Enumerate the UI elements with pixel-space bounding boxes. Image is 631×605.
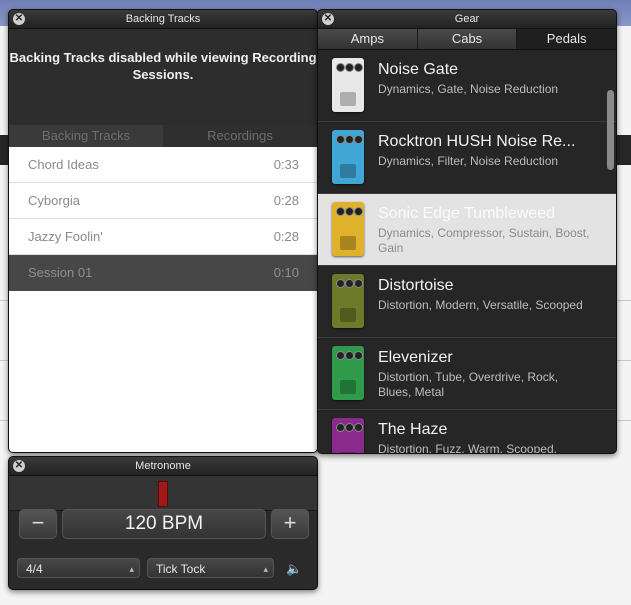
pedal-item-selected[interactable]: Sonic Edge Tumbleweed Dynamics, Compress…: [318, 194, 616, 266]
pedal-item[interactable]: Noise Gate Dynamics, Gate, Noise Reducti…: [318, 50, 616, 122]
tempo-decrease-button[interactable]: −: [19, 509, 57, 539]
backing-tracks-panel: ✕ Backing Tracks Backing Tracks disabled…: [8, 9, 318, 453]
backing-tracks-titlebar: ✕ Backing Tracks: [9, 10, 317, 29]
tab-pedals[interactable]: Pedals: [517, 29, 616, 49]
pedal-name: Noise Gate: [378, 61, 459, 78]
sound-value: Tick Tock: [156, 562, 206, 576]
pedal-tags: Distortion, Fuzz, Warm, Scooped,: [378, 442, 557, 454]
list-item[interactable]: Chord Ideas 0:33: [9, 147, 317, 183]
pedal-icon: [332, 130, 364, 184]
tempo-increase-button[interactable]: +: [271, 509, 309, 539]
list-item[interactable]: Jazzy Foolin' 0:28: [9, 219, 317, 255]
item-name: Chord Ideas: [28, 157, 99, 172]
gear-panel: ✕ Gear Amps Cabs Pedals Noise Gate Dynam…: [317, 9, 617, 454]
pedal-icon: [332, 418, 364, 453]
pedal-name: The Haze: [378, 421, 448, 438]
item-name: Cyborgia: [28, 193, 81, 208]
item-name: Jazzy Foolin': [28, 229, 103, 244]
tab-recordings[interactable]: Recordings: [163, 125, 317, 147]
pedal-name: Rocktron HUSH Noise Re...: [378, 133, 576, 150]
item-duration: 0:28: [273, 193, 299, 208]
pedal-name: Distortoise: [378, 277, 454, 294]
backing-tabs: Backing Tracks Recordings: [9, 125, 317, 147]
recordings-list: Chord Ideas 0:33 Cyborgia 0:28 Jazzy Foo…: [9, 147, 317, 452]
item-name: Session 01: [28, 265, 93, 280]
pedal-icon: [332, 274, 364, 328]
tab-backing-tracks[interactable]: Backing Tracks: [9, 125, 163, 147]
tempo-controls: − 120 BPM +: [19, 509, 309, 539]
scrollbar-thumb[interactable]: [607, 90, 614, 170]
updown-arrow-icon: ▴: [129, 564, 134, 574]
metronome-needle: [158, 481, 168, 507]
pedal-list: Noise Gate Dynamics, Gate, Noise Reducti…: [318, 50, 616, 454]
metronome-titlebar: ✕ Metronome: [9, 457, 317, 476]
pedal-item[interactable]: Rocktron HUSH Noise Re... Dynamics, Filt…: [318, 122, 616, 194]
pedal-item[interactable]: Elevenizer Distortion, Tube, Overdrive, …: [318, 338, 616, 410]
item-duration: 0:33: [273, 157, 299, 172]
pedal-name: Sonic Edge Tumbleweed: [378, 205, 555, 222]
pedal-tags: Dynamics, Filter, Noise Reduction: [378, 154, 559, 168]
pedal-icon: [332, 58, 364, 112]
close-icon[interactable]: ✕: [322, 13, 334, 25]
close-icon[interactable]: ✕: [13, 13, 25, 25]
pedal-icon: [332, 202, 364, 256]
panel-title: Metronome: [135, 460, 191, 472]
pedal-tags: Dynamics, Compressor, Sustain, Boost, Ga…: [378, 226, 590, 255]
pedal-tags: Dynamics, Gate, Noise Reduction: [378, 82, 559, 96]
tab-cabs[interactable]: Cabs: [417, 29, 518, 49]
pedal-item[interactable]: Distortoise Distortion, Modern, Versatil…: [318, 266, 616, 338]
gear-titlebar: ✕ Gear: [318, 10, 616, 29]
tab-amps[interactable]: Amps: [318, 29, 418, 49]
pedal-icon: [332, 346, 364, 400]
sound-select[interactable]: Tick Tock ▴: [147, 558, 274, 578]
pedal-name: Elevenizer: [378, 349, 453, 366]
pedal-item[interactable]: The Haze Distortion, Fuzz, Warm, Scooped…: [318, 410, 616, 454]
item-duration: 0:10: [273, 265, 299, 280]
speaker-icon[interactable]: 🔈: [286, 561, 302, 576]
list-item-selected[interactable]: Session 01 0:10: [9, 255, 317, 291]
metronome-panel: ✕ Metronome − 120 BPM + 4/4 ▴ Tick Tock …: [8, 456, 318, 590]
pedal-tags: Distortion, Tube, Overdrive, Rock, Blues…: [378, 370, 559, 399]
pedal-tags: Distortion, Modern, Versatile, Scooped: [378, 298, 583, 312]
close-icon[interactable]: ✕: [13, 460, 25, 472]
gear-tabs: Amps Cabs Pedals: [318, 29, 616, 50]
updown-arrow-icon: ▴: [263, 564, 268, 574]
panel-title: Backing Tracks: [125, 13, 201, 25]
time-signature-value: 4/4: [26, 562, 43, 576]
list-item[interactable]: Cyborgia 0:28: [9, 183, 317, 219]
disabled-message: Backing Tracks disabled while viewing Re…: [9, 29, 317, 125]
tempo-display[interactable]: 120 BPM: [62, 509, 266, 539]
metronome-pendulum-track: [9, 476, 317, 511]
item-duration: 0:28: [273, 229, 299, 244]
panel-title: Gear: [454, 13, 480, 25]
time-signature-select[interactable]: 4/4 ▴: [17, 558, 140, 578]
